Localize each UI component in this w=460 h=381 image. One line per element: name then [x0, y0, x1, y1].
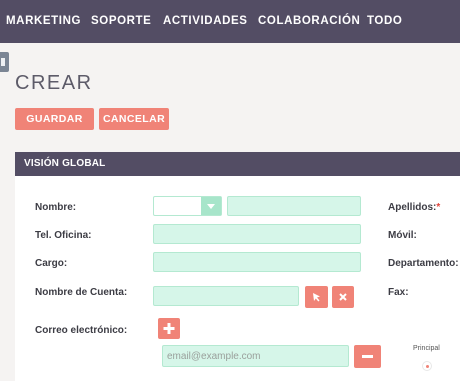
cursor-arrow-icon	[313, 293, 320, 302]
nav-item-todo[interactable]: TODO	[367, 15, 402, 27]
cancel-button[interactable]: CANCELAR	[99, 108, 169, 130]
nombre-cuenta-label: Nombre de Cuenta:	[35, 287, 128, 298]
panel-header[interactable]: VISIÓN GLOBAL	[15, 152, 460, 176]
nav-item-soporte[interactable]: SOPORTE	[91, 15, 151, 27]
minus-icon	[362, 355, 373, 358]
clear-account-button[interactable]	[332, 286, 354, 308]
save-button[interactable]: GUARDAR	[15, 108, 94, 130]
apellidos-label-text: Apellidos:	[388, 202, 437, 213]
email-field[interactable]	[162, 345, 349, 367]
first-name-input[interactable]	[228, 198, 360, 217]
nombre-label: Nombre:	[35, 202, 77, 213]
first-name-field[interactable]	[227, 196, 361, 217]
office-phone-field[interactable]	[153, 224, 361, 245]
fax-label: Fax:	[388, 287, 409, 298]
nav-item-colaboracion[interactable]: COLABORACIÓN	[258, 15, 360, 27]
add-email-button[interactable]	[158, 318, 180, 339]
title-field[interactable]	[153, 252, 361, 273]
plus-icon	[163, 323, 175, 334]
select-account-button[interactable]	[305, 286, 328, 308]
office-phone-input[interactable]	[154, 226, 360, 245]
remove-email-button[interactable]	[354, 345, 381, 368]
principal-label: Principal	[413, 345, 440, 352]
salutation-select[interactable]	[153, 196, 222, 216]
departamento-label: Departamento:	[388, 258, 459, 269]
nav-item-actividades[interactable]: ACTIVIDADES	[163, 15, 248, 27]
cargo-label: Cargo:	[35, 258, 68, 269]
title-input[interactable]	[154, 254, 360, 273]
principal-radio[interactable]	[422, 361, 432, 371]
close-icon	[339, 293, 347, 301]
apellidos-label: Apellidos:*	[388, 202, 440, 213]
top-navbar: MARKETING SOPORTE ACTIVIDADES COLABORACI…	[0, 0, 460, 43]
nav-item-marketing[interactable]: MARKETING	[6, 15, 81, 27]
correo-label: Correo electrónico:	[35, 325, 128, 336]
required-marker: *	[436, 202, 441, 213]
page-title: CREAR	[15, 72, 93, 94]
movil-label: Móvil:	[388, 230, 417, 241]
sidebar-toggle[interactable]	[0, 52, 9, 72]
account-name-field[interactable]	[153, 286, 299, 307]
panel-title: VISIÓN GLOBAL	[24, 158, 106, 169]
sidebar-toggle-icon	[1, 58, 5, 66]
email-input[interactable]	[163, 346, 348, 367]
chevron-down-icon[interactable]	[201, 197, 221, 215]
tel-oficina-label: Tel. Oficina:	[35, 230, 92, 241]
account-name-input[interactable]	[154, 288, 298, 307]
